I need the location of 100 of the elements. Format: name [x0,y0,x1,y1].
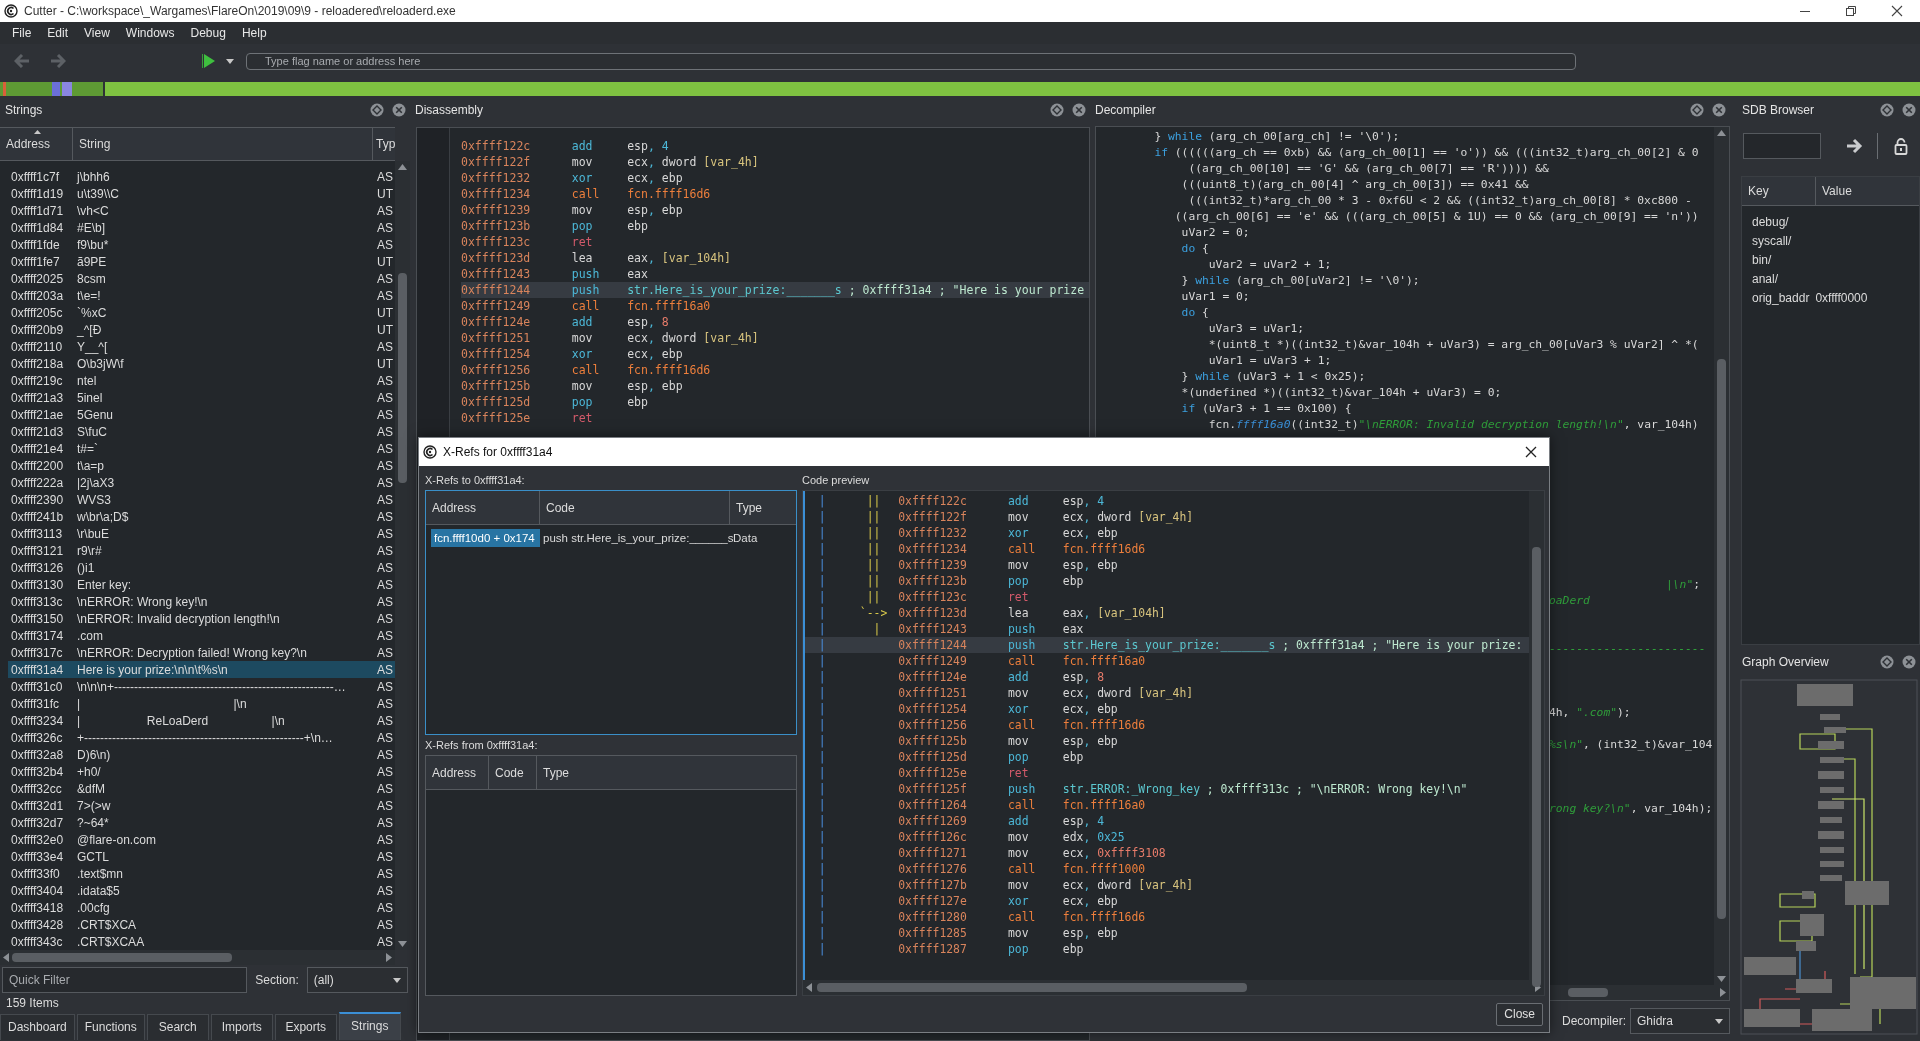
tab[interactable]: Imports [210,1014,273,1040]
close-icon[interactable] [1902,655,1916,669]
scroll-up-icon[interactable] [398,164,407,170]
scroll-right-icon[interactable] [1720,988,1726,997]
table-row[interactable]: 0xffff32e0 @flare-on.com AS [8,831,395,848]
table-row[interactable]: 0xffff3121 r9\r# AS [8,542,395,559]
table-cell[interactable]: fcn.ffff10d0 + 0x174 [431,529,540,547]
code-line[interactable]: | 0xffff126c mov edx, 0x25 [805,829,1529,845]
code-line[interactable]: | 0xffff127b mov ecx, dword [var_4h] [805,877,1529,893]
float-icon[interactable] [370,103,384,117]
code-line[interactable]: | 0xffff1280 call fcn.ffff16d6 [805,909,1529,925]
code-line[interactable]: 0xffff1249 call fcn.ffff16a0 [461,298,1089,314]
scrollbar-thumb[interactable] [398,273,407,483]
table-row[interactable]: 0xffff31a4 Here is your prize:\n\n\t%s\n AS [8,661,395,678]
column-header[interactable]: Address [426,756,489,789]
code-line[interactable]: 0xffff1256 call fcn.ffff16d6 [461,362,1089,378]
menu-item[interactable]: Windows [117,23,183,43]
scroll-right-icon[interactable] [386,953,392,962]
table-row[interactable]: 0xffff326c +-------------------------------------------------------+\n… AS [8,729,395,746]
column-header[interactable]: Type [730,491,796,524]
close-button[interactable]: Close [1496,1002,1543,1026]
code-line[interactable]: | || 0xffff123c ret [805,589,1529,605]
table-row[interactable]: 0xffff1fe7 ã9PE UT [8,253,395,270]
scroll-up-icon[interactable] [1717,130,1726,136]
code-line[interactable]: | || 0xffff1239 mov esp, ebp [805,557,1529,573]
decompiler-dropdown[interactable]: Ghidra [1630,1008,1730,1034]
code-line[interactable]: 0xffff1234 call fcn.ffff16d6 [461,186,1089,202]
code-line[interactable]: | 0xffff125b mov esp, ebp [805,733,1529,749]
table-row[interactable]: 0xffff313c \nERROR: Wrong key!\n AS [8,593,395,610]
menu-item[interactable]: Debug [182,23,234,43]
table-row[interactable]: 0xffff2200 t\a=p AS [8,457,395,474]
code-line[interactable]: 0xffff1232 xor ecx, ebp [461,170,1089,186]
code-line[interactable]: | || 0xffff122c add esp, 4 [805,493,1529,509]
code-line[interactable]: 0xffff122c add esp, 4 [461,138,1089,154]
code-line[interactable]: | 0xffff1271 mov ecx, 0xffff3108 [805,845,1529,861]
code-line[interactable]: | || 0xffff1232 xor ecx, ebp [805,525,1529,541]
table-row[interactable]: 0xffff219c ntel AS [8,372,395,389]
table-row[interactable]: 0xffff3418 .00cfg AS [8,899,395,916]
table-row[interactable]: 0xffff3404 .idata$5 AS [8,882,395,899]
column-header[interactable]: Address [426,491,540,524]
code-line[interactable]: | 0xffff1249 call fcn.ffff16a0 [805,653,1529,669]
code-line[interactable]: | `--> 0xffff123d lea eax, [var_104h] [805,605,1529,621]
code-line[interactable]: | 0xffff1264 call fcn.ffff16a0 [805,797,1529,813]
table-row[interactable]: 0xffff241b w\br\a;D$ AS [8,508,395,525]
table-row[interactable]: 0xffff2390 WVS3 AS [8,491,395,508]
tab[interactable]: Dashboard [0,1014,75,1040]
table-row[interactable]: 0xffff3428 .CRT$XCA AS [8,916,395,933]
table-row[interactable]: 0xffff2025 8csm AS [8,270,395,287]
section-dropdown[interactable]: (all) [306,967,408,993]
column-header[interactable]: Code [540,491,730,524]
code-line[interactable]: | 0xffff1276 call fcn.ffff1000 [805,861,1529,877]
tab[interactable]: Search [146,1014,209,1040]
table-row[interactable]: 0xffff33f0 .text$mn AS [8,865,395,882]
float-icon[interactable] [1880,103,1894,117]
table-row[interactable]: 0xffff31fc | |\n AS [8,695,395,712]
scrollbar-thumb[interactable] [1717,359,1726,919]
table-row[interactable]: 0xffff1c7f j\bhh6 AS [8,168,395,185]
close-icon[interactable] [1902,103,1916,117]
scroll-left-icon[interactable] [3,953,9,962]
scroll-down-icon[interactable] [1717,976,1726,982]
table-row[interactable]: 0xffff3113 \r\buE AS [8,525,395,542]
table-row[interactable]: 0xffff203a t\e=! AS [8,287,395,304]
table-row[interactable]: 0xffff21d3 S\fuC AS [8,423,395,440]
search-field[interactable]: Type flag name or address here [246,52,1576,70]
table-row[interactable]: 0xffff343c .CRT$XCAA AS [8,933,395,950]
close-icon[interactable] [392,103,406,117]
filter-field[interactable]: Quick Filter [2,967,248,993]
table-row[interactable]: 0xffff3130 Enter key: AS [8,576,395,593]
code-line[interactable]: | 0xffff1269 add esp, 4 [805,813,1529,829]
table-row[interactable]: 0xffff2110 Y__^[ AS [8,338,395,355]
close-icon[interactable] [1072,103,1086,117]
code-line[interactable]: | 0xffff124e add esp, 8 [805,669,1529,685]
code-line[interactable]: | 0xffff1256 call fcn.ffff16d6 [805,717,1529,733]
code-line[interactable]: | 0xffff1254 xor ecx, ebp [805,701,1529,717]
float-icon[interactable] [1690,103,1704,117]
table-row[interactable]: 0xffff1d84 #E\b] AS [8,219,395,236]
table-row[interactable]: 0xffff21a3 5inel AS [8,389,395,406]
scrollbar-thumb[interactable] [817,983,1247,992]
code-line[interactable]: 0xffff125b mov esp, ebp [461,378,1089,394]
scrollbar-thumb[interactable] [12,953,232,962]
table-row[interactable]: 0xffff3126 ()i1 AS [8,559,395,576]
code-line[interactable]: 0xffff123d lea eax, [var_104h] [461,250,1089,266]
table-row[interactable]: 0xffff205c `%xC UT [8,304,395,321]
scrollbar-thumb[interactable] [1568,988,1608,997]
tab[interactable]: Strings [338,1012,401,1040]
table-row[interactable]: 0xffff32cc &dfM AS [8,780,395,797]
float-icon[interactable] [1880,655,1894,669]
table-row[interactable]: 0xffff3150 \nERROR: Invalid decryption length!\n AS [8,610,395,627]
table-row[interactable]: 0xffff218a O\b3jW\f UT [8,355,395,372]
code-line[interactable]: 0xffff123b pop ebp [461,218,1089,234]
code-line[interactable]: 0xffff1251 mov ecx, dword [var_4h] [461,330,1089,346]
code-line[interactable]: | || 0xffff1234 call fcn.ffff16d6 [805,541,1529,557]
code-line[interactable]: 0xffff125d pop ebp [461,394,1089,410]
table-row[interactable]: 0xffff20b9 _^[Ð UT [8,321,395,338]
column-header[interactable]: Typ [373,128,396,160]
table-row[interactable]: 0xffff32b4 +h0/ AS [8,763,395,780]
table-row[interactable]: 0xffff21e4 t#=` AS [8,440,395,457]
table-row[interactable]: 0xffff32d1 7>(>w AS [8,797,395,814]
table-row[interactable]: 0xffff3234 | ReLoaDerd |\n AS [8,712,395,729]
code-line[interactable]: 0xffff125e ret [461,410,1089,426]
